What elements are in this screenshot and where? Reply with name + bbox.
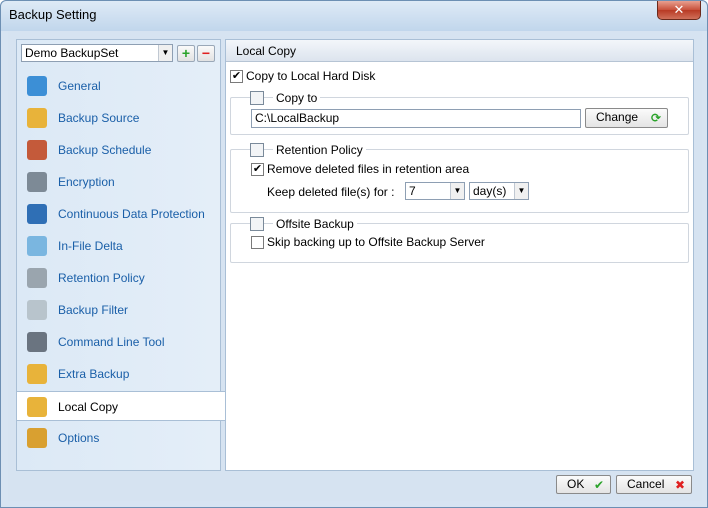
- sidebar-item-label: Continuous Data Protection: [58, 207, 205, 221]
- sidebar-item-backup-filter[interactable]: Backup Filter: [17, 295, 226, 325]
- keep-deleted-label: Keep deleted file(s) for :: [267, 185, 395, 199]
- local-copy-panel: Local Copy ✔ Copy to Local Hard Disk Cop…: [225, 39, 694, 471]
- local-copy-icon: [27, 397, 47, 417]
- cancel-icon: ✖: [674, 478, 685, 492]
- skip-offsite-checkbox[interactable]: [251, 236, 264, 249]
- sidebar-item-label: In-File Delta: [58, 239, 123, 253]
- backup-setting-window: Backup Setting ✕ Demo BackupSet ▼ + − Ge…: [0, 0, 708, 508]
- shield-icon: [27, 204, 47, 224]
- retention-policy-title: Retention Policy: [273, 143, 366, 157]
- retention-policy-icon: [250, 143, 264, 157]
- sidebar-item-label: Extra Backup: [58, 367, 130, 381]
- skip-offsite-label: Skip backing up to Offsite Backup Server: [267, 235, 485, 249]
- sidebar-item-label: Options: [58, 431, 100, 445]
- encryption-icon: [27, 172, 47, 192]
- sidebar-item-label: Encryption: [58, 175, 115, 189]
- add-backupset-button[interactable]: +: [177, 45, 195, 62]
- remove-deleted-label: Remove deleted files in retention area: [267, 162, 470, 176]
- sidebar-item-label: Local Copy: [58, 400, 119, 414]
- ok-button-label: OK: [567, 477, 585, 491]
- settings-sidebar: Demo BackupSet ▼ + − General Backup Sourc…: [16, 39, 226, 471]
- sidebar-item-continuous-data-protection[interactable]: Continuous Data Protection: [17, 199, 226, 229]
- sidebar-item-options[interactable]: Options: [17, 423, 226, 453]
- filter-icon: [27, 300, 47, 320]
- offsite-backup-icon: [250, 217, 264, 231]
- sidebar-item-extra-backup[interactable]: Extra Backup: [17, 359, 226, 389]
- sidebar-item-label: Command Line Tool: [58, 335, 165, 349]
- sidebar-item-retention-policy[interactable]: Retention Policy: [17, 263, 226, 293]
- sidebar-item-label: Retention Policy: [58, 271, 145, 285]
- remove-deleted-checkbox[interactable]: ✔: [251, 163, 264, 176]
- refresh-icon: ⟳: [650, 111, 661, 125]
- backupset-select[interactable]: Demo BackupSet ▼: [21, 44, 173, 62]
- sidebar-item-encryption[interactable]: Encryption: [17, 167, 226, 197]
- keep-days-value: 7: [409, 184, 416, 198]
- window-title: Backup Setting: [9, 7, 97, 22]
- ok-button[interactable]: OK ✔: [556, 475, 611, 494]
- sidebar-item-label: Backup Schedule: [58, 143, 152, 157]
- change-button-label: Change: [596, 110, 639, 124]
- sidebar-item-general[interactable]: General: [17, 71, 226, 101]
- keep-days-select[interactable]: 7 ▼: [405, 182, 465, 200]
- title-bar[interactable]: Backup Setting ✕: [1, 1, 707, 31]
- backupset-select-value: Demo BackupSet: [25, 46, 119, 60]
- keep-unit-select[interactable]: day(s) ▼: [469, 182, 529, 200]
- retention-policy-group: [230, 149, 689, 213]
- chevron-down-icon[interactable]: ▼: [158, 45, 172, 61]
- dialog-body: Demo BackupSet ▼ + − General Backup Sourc…: [8, 31, 702, 501]
- extra-backup-icon: [27, 364, 47, 384]
- command-line-icon: [27, 332, 47, 352]
- folder-icon: [27, 108, 47, 128]
- schedule-icon: [27, 140, 47, 160]
- close-button[interactable]: ✕: [657, 1, 701, 20]
- sidebar-item-label: Backup Filter: [58, 303, 129, 317]
- delta-icon: [27, 236, 47, 256]
- sidebar-item-in-file-delta[interactable]: In-File Delta: [17, 231, 226, 261]
- copy-to-icon: [250, 91, 264, 105]
- sidebar-item-label: General: [58, 79, 101, 93]
- copy-to-local-label: Copy to Local Hard Disk: [246, 69, 376, 83]
- copy-to-title: Copy to: [273, 91, 321, 105]
- chevron-down-icon[interactable]: ▼: [514, 183, 528, 199]
- check-icon: ✔: [593, 478, 604, 492]
- sidebar-item-backup-source[interactable]: Backup Source: [17, 103, 226, 133]
- options-icon: [27, 428, 47, 448]
- sidebar-item-label: Backup Source: [58, 111, 140, 125]
- offsite-backup-title: Offsite Backup: [273, 217, 357, 231]
- keep-unit-value: day(s): [473, 184, 507, 198]
- cancel-button-label: Cancel: [627, 477, 665, 491]
- copy-to-local-checkbox[interactable]: ✔: [230, 70, 243, 83]
- change-button[interactable]: Change ⟳: [585, 108, 668, 128]
- sidebar-item-backup-schedule[interactable]: Backup Schedule: [17, 135, 226, 165]
- recycle-bin-icon: [27, 268, 47, 288]
- cancel-button[interactable]: Cancel ✖: [616, 475, 692, 494]
- chevron-down-icon[interactable]: ▼: [450, 183, 464, 199]
- general-icon: [27, 76, 47, 96]
- local-path-input[interactable]: C:\LocalBackup: [251, 109, 581, 128]
- remove-backupset-button[interactable]: −: [197, 45, 215, 62]
- sidebar-item-local-copy[interactable]: Local Copy: [17, 391, 226, 421]
- sidebar-item-command-line-tool[interactable]: Command Line Tool: [17, 327, 226, 357]
- panel-title: Local Copy: [226, 40, 693, 62]
